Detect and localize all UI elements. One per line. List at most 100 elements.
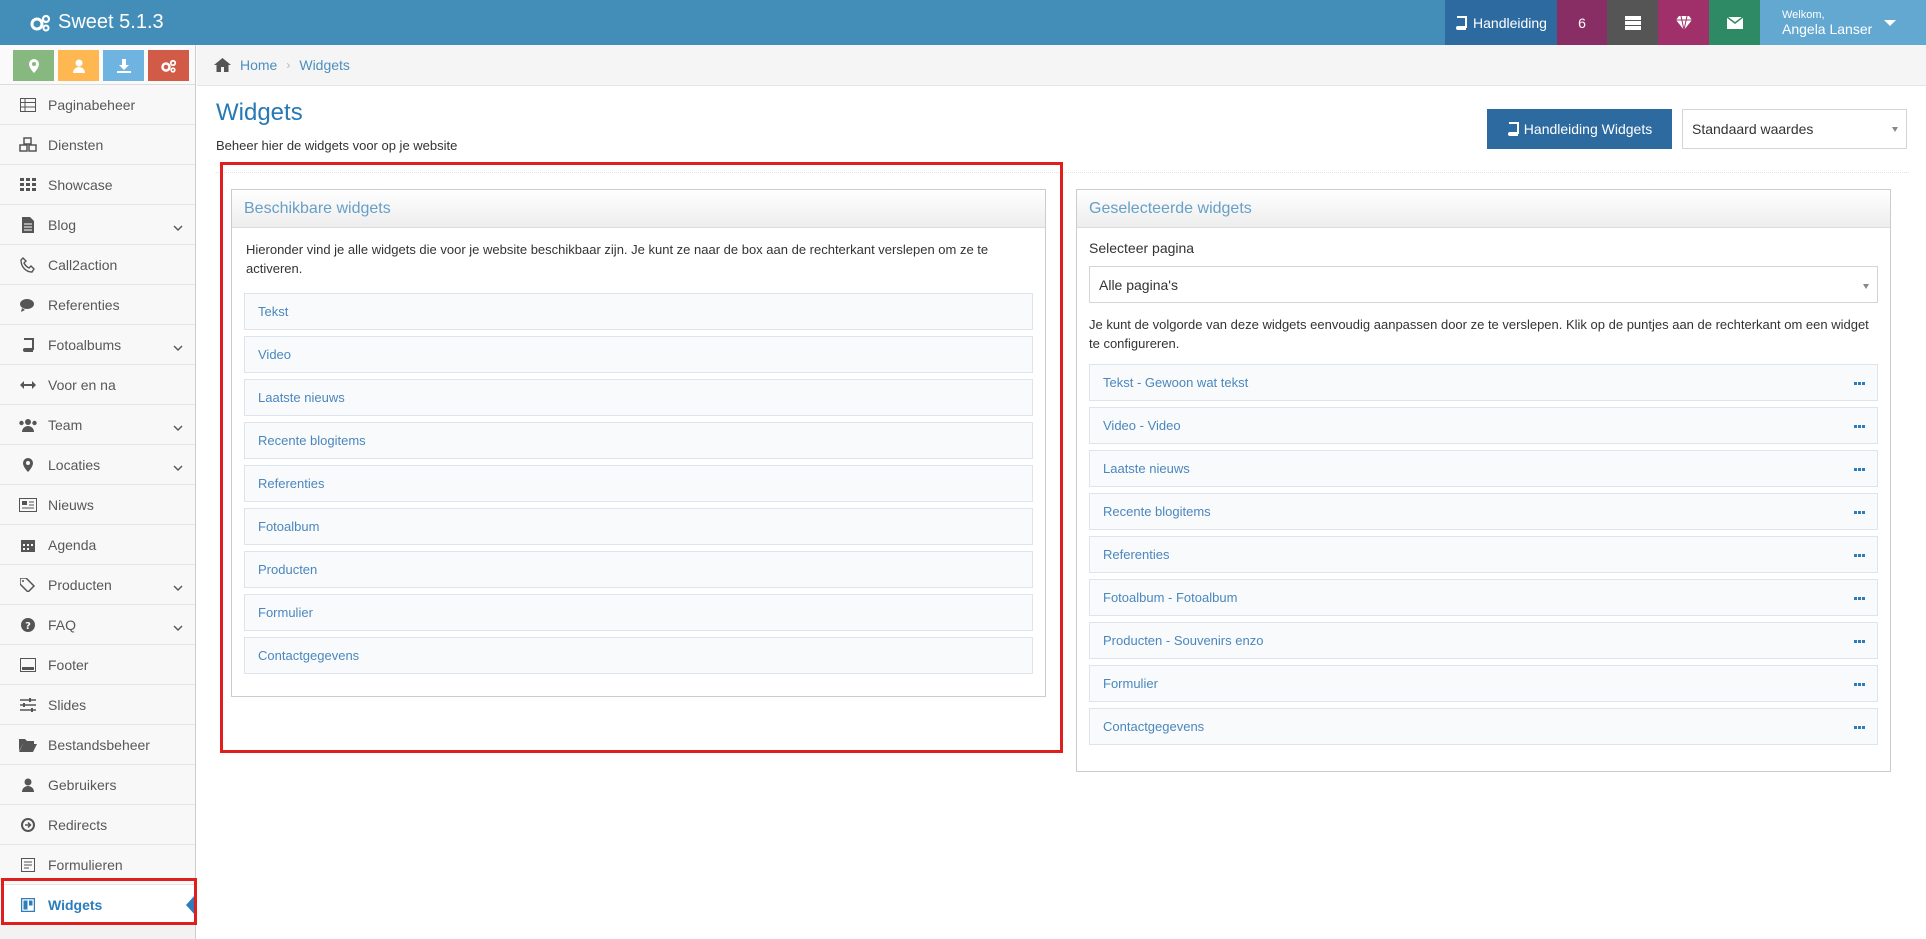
sidebar-item-slides[interactable]: Slides <box>0 685 195 725</box>
book-icon <box>1507 122 1519 136</box>
selected-widget-label: Contactgegevens <box>1103 719 1205 734</box>
selected-widget-item[interactable]: Laatste nieuws <box>1089 450 1878 487</box>
page-select-value: Alle pagina's <box>1099 276 1178 293</box>
more-options-icon[interactable] <box>1854 468 1865 471</box>
book-icon <box>18 335 38 355</box>
sidebar-item-paginabeheer[interactable]: Paginabeheer <box>0 85 195 125</box>
chevron-down-icon[interactable] <box>173 458 183 474</box>
page-select[interactable]: Alle pagina's <box>1089 266 1878 303</box>
selected-widget-item[interactable]: Contactgegevens <box>1089 708 1878 745</box>
more-options-icon[interactable] <box>1854 726 1865 729</box>
sidebar-item-label: Agenda <box>48 536 97 553</box>
manual-widgets-button[interactable]: Handleiding Widgets <box>1487 109 1672 149</box>
more-options-icon[interactable] <box>1854 640 1865 643</box>
manual-label: Handleiding <box>1473 14 1547 31</box>
selected-widget-label: Tekst - Gewoon wat tekst <box>1103 375 1249 390</box>
shortcut-settings-button[interactable] <box>148 50 189 81</box>
messages-button[interactable] <box>1709 0 1760 45</box>
sidebar-item-label: Slides <box>48 696 87 713</box>
sidebar-item-voor-en-na[interactable]: Voor en na <box>0 365 195 405</box>
sidebar-item-label: Diensten <box>48 136 104 153</box>
sidebar-item-label: FAQ <box>48 616 77 633</box>
diamond-button[interactable] <box>1658 0 1709 45</box>
sidebar-item-faq[interactable]: ? FAQ <box>0 605 195 645</box>
form-icon <box>18 855 38 875</box>
sidebar-item-locaties[interactable]: Locaties <box>0 445 195 485</box>
server-button[interactable] <box>1607 0 1658 45</box>
calendar-icon <box>18 535 38 555</box>
more-options-icon[interactable] <box>1854 511 1865 514</box>
manual-link[interactable]: Handleiding <box>1445 0 1557 45</box>
selected-widget-item[interactable]: Formulier <box>1089 665 1878 702</box>
map-marker-icon <box>28 58 39 73</box>
selected-widget-item[interactable]: Producten - Souvenirs enzo <box>1089 622 1878 659</box>
selected-widgets-description: Je kunt de volgorde van deze widgets een… <box>1089 317 1869 351</box>
sidebar-item-nieuws[interactable]: Nieuws <box>0 485 195 525</box>
sidebar-item-referenties[interactable]: Referenties <box>0 285 195 325</box>
notifications-button[interactable]: 6 <box>1557 0 1607 45</box>
question-icon: ? <box>18 615 38 635</box>
user-menu[interactable]: Welkom, Angela Lanser <box>1760 0 1926 45</box>
sidebar-item-agenda[interactable]: Agenda <box>0 525 195 565</box>
shortcut-location-button[interactable] <box>13 50 54 81</box>
breadcrumb-current[interactable]: Widgets <box>299 57 350 73</box>
top-navbar: Sweet 5.1.3 Handleiding 6 Welkom, Angela… <box>0 0 1926 45</box>
sidebar-item-label: Gebruikers <box>48 776 117 793</box>
selected-widget-item[interactable]: Video - Video <box>1089 407 1878 444</box>
shortcut-user-button[interactable] <box>58 50 99 81</box>
selected-widget-item[interactable]: Referenties <box>1089 536 1878 573</box>
sidebar-item-team[interactable]: Team <box>0 405 195 445</box>
more-options-icon[interactable] <box>1854 683 1865 686</box>
footer-icon <box>18 655 38 675</box>
users-icon <box>18 415 38 435</box>
selected-widget-item[interactable]: Recente blogitems <box>1089 493 1878 530</box>
sidebar-item-label: Redirects <box>48 816 108 833</box>
sidebar-item-label: Paginabeheer <box>48 96 136 113</box>
defaults-select[interactable]: Standaard waardes <box>1682 109 1907 149</box>
book-icon <box>1456 15 1468 30</box>
sidebar-item-footer[interactable]: Footer <box>0 645 195 685</box>
sidebar-item-bestandsbeheer[interactable]: Bestandsbeheer <box>0 725 195 765</box>
sidebar-item-producten[interactable]: Producten <box>0 565 195 605</box>
highlight-frame-available <box>220 162 1063 753</box>
arrow-circle-icon <box>18 815 38 835</box>
sidebar-item-diensten[interactable]: Diensten <box>0 125 195 165</box>
sidebar-item-call2action[interactable]: Call2action <box>0 245 195 285</box>
cogs-icon <box>160 59 176 73</box>
user-icon <box>72 59 85 73</box>
defaults-select-value: Standaard waardes <box>1692 121 1814 137</box>
chevron-down-icon[interactable] <box>173 578 183 594</box>
more-options-icon[interactable] <box>1854 425 1865 428</box>
sidebar-item-label: Locaties <box>48 456 101 473</box>
more-options-icon[interactable] <box>1854 597 1865 600</box>
more-options-icon[interactable] <box>1854 554 1865 557</box>
sidebar-item-label: Call2action <box>48 256 118 273</box>
download-icon <box>116 58 131 73</box>
more-options-icon[interactable] <box>1854 382 1865 385</box>
sidebar-item-label: Voor en na <box>48 376 116 393</box>
sidebar-item-fotoalbums[interactable]: Fotoalbums <box>0 325 195 365</box>
selected-widget-item[interactable]: Fotoalbum - Fotoalbum <box>1089 579 1878 616</box>
sidebar-item-redirects[interactable]: Redirects <box>0 805 195 845</box>
selected-widget-label: Producten - Souvenirs enzo <box>1103 633 1264 648</box>
envelope-icon <box>1726 16 1743 29</box>
chevron-down-icon[interactable] <box>173 218 183 234</box>
chevron-down-icon[interactable] <box>173 418 183 434</box>
breadcrumb-home[interactable]: Home <box>240 57 277 73</box>
selected-widgets-box: Geselecteerde widgets Selecteer pagina A… <box>1076 189 1891 772</box>
sidebar-item-blog[interactable]: Blog <box>0 205 195 245</box>
chevron-down-icon[interactable] <box>173 338 183 354</box>
sidebar-item-label: Nieuws <box>48 496 94 513</box>
selected-widget-item[interactable]: Tekst - Gewoon wat tekst <box>1089 364 1878 401</box>
welcome-text: Welkom, <box>1782 8 1825 21</box>
sidebar-item-label: Blog <box>48 216 77 233</box>
shortcut-download-button[interactable] <box>103 50 144 81</box>
page-subtitle: Beheer hier de widgets voor op je websit… <box>216 138 458 153</box>
chevron-down-icon[interactable] <box>173 618 183 634</box>
sidebar-item-showcase[interactable]: Showcase <box>0 165 195 205</box>
sidebar-item-label: Footer <box>48 656 89 673</box>
chevron-right-icon: › <box>286 58 291 72</box>
sidebar-item-gebruikers[interactable]: Gebruikers <box>0 765 195 805</box>
brand[interactable]: Sweet 5.1.3 <box>30 0 164 45</box>
page-title: Widgets <box>216 99 303 126</box>
